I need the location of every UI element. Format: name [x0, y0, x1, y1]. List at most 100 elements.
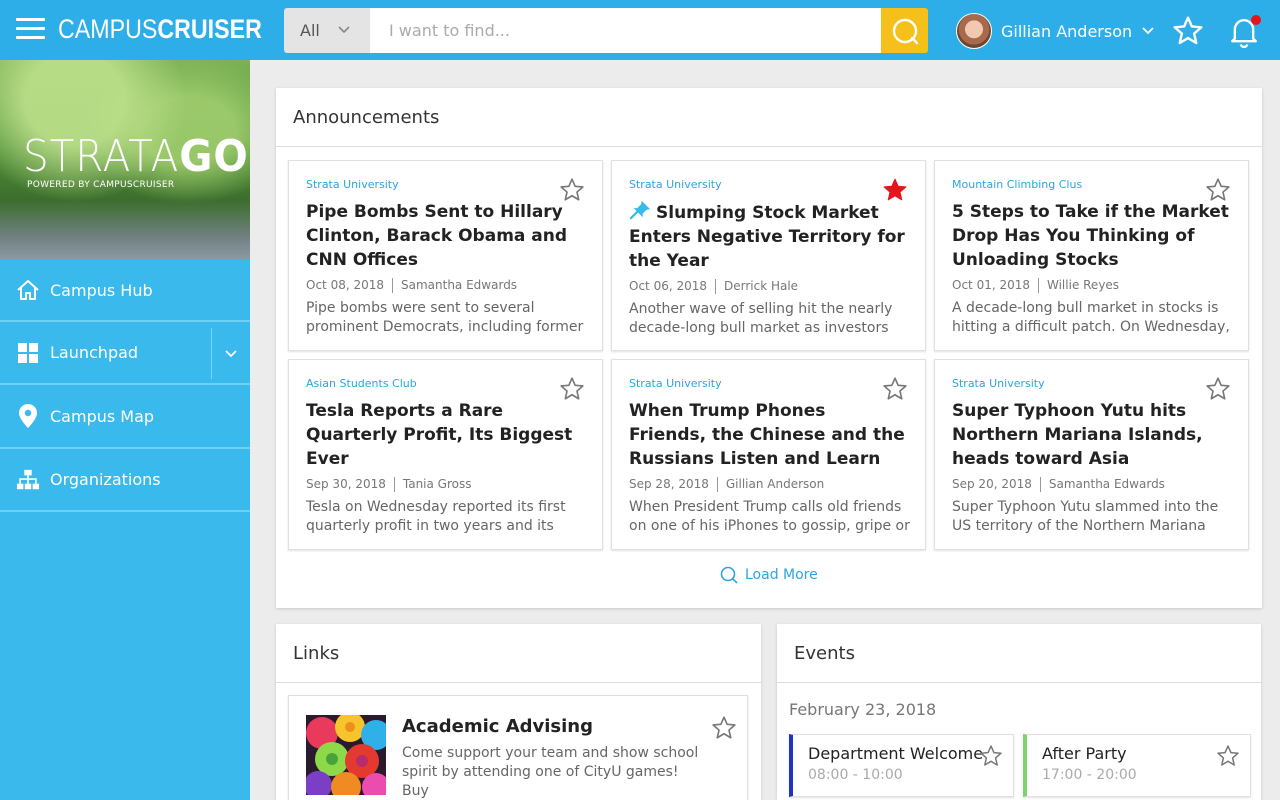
star-outline-icon[interactable] — [979, 744, 1003, 768]
card-date: Sep 28, 2018 — [629, 477, 709, 491]
card-excerpt: Another wave of selling hit the nearly d… — [629, 301, 893, 336]
map-pin-icon — [16, 404, 40, 428]
card-meta: Sep 20, 2018 Samantha Edwards — [952, 475, 1231, 493]
panel-title: Events — [777, 624, 1261, 683]
chevron-down-icon — [225, 349, 237, 357]
panel-title: Links — [276, 624, 761, 683]
sidebar-item-label: Campus Hub — [50, 280, 153, 300]
sidebar-item-label: Launchpad — [50, 343, 139, 362]
notification-badge — [1251, 15, 1261, 25]
sidebar-item-campus-map[interactable]: Campus Map — [0, 385, 250, 449]
card-excerpt: Tesla on Wednesday reported its first qu… — [306, 499, 566, 534]
card-title[interactable]: Pipe Bombs Sent to Hillary Clinton, Bara… — [306, 200, 584, 272]
sidebar-item-organizations[interactable]: Organizations — [0, 449, 250, 512]
card-meta: Sep 30, 2018 Tania Gross — [306, 475, 585, 493]
card-source[interactable]: Strata University — [306, 178, 585, 192]
star-outline-icon[interactable] — [1205, 376, 1231, 402]
announcement-card[interactable]: Mountain Climbing Clus 5 Steps to Take i… — [934, 160, 1249, 351]
sidebar-item-campus-hub[interactable]: Campus Hub — [0, 260, 250, 322]
announcement-card[interactable]: Strata University Pipe Bombs Sent to Hil… — [288, 160, 603, 351]
panel-title: Announcements — [276, 88, 1262, 147]
user-menu[interactable]: Gillian Anderson — [956, 13, 1154, 49]
announcement-card[interactable]: Asian Students Club Tesla Reports a Rare… — [288, 359, 603, 550]
card-meta: Oct 06, 2018 Derrick Hale — [629, 277, 908, 295]
star-filled-icon[interactable] — [882, 177, 908, 203]
card-date: Sep 30, 2018 — [306, 477, 386, 491]
link-card[interactable]: Academic Advising Come support your team… — [288, 695, 748, 800]
strata-go-logo: STRATAGO — [23, 135, 249, 179]
card-source[interactable]: Strata University — [629, 178, 908, 192]
announcement-card[interactable]: Strata University Slumping Stock Market … — [611, 160, 926, 351]
search-input[interactable] — [370, 8, 881, 53]
card-excerpt: A decade-long bull market in stocks is h… — [952, 300, 1230, 335]
star-outline-icon[interactable] — [559, 177, 585, 203]
link-thumbnail — [306, 715, 386, 795]
card-author: Gillian Anderson — [725, 477, 825, 491]
link-title[interactable]: Academic Advising — [402, 716, 593, 737]
link-description: Come support your team and show school s… — [402, 745, 699, 799]
card-author: Samantha Edwards — [1048, 477, 1165, 491]
sidebar-item-launchpad[interactable]: Launchpad — [0, 322, 250, 385]
brand-regular: CAMPUS — [58, 14, 158, 44]
home-icon — [16, 278, 40, 302]
links-panel: Links Academic Advising Come support you… — [276, 624, 761, 800]
card-title[interactable]: Tesla Reports a Rare Quarterly Profit, I… — [306, 399, 584, 471]
card-title-text: Slumping Stock Market Enters Negative Te… — [629, 203, 905, 271]
card-title[interactable]: Super Typhoon Yutu hits Northern Mariana… — [952, 399, 1230, 471]
sidebar-item-label: Organizations — [50, 470, 161, 489]
star-outline-icon[interactable] — [1205, 177, 1231, 203]
event-date-heading: February 23, 2018 — [789, 700, 937, 719]
grid-icon — [16, 341, 40, 365]
load-more-label: Load More — [745, 567, 818, 583]
org-chart-icon — [16, 468, 40, 492]
card-date: Oct 01, 2018 — [952, 278, 1030, 292]
card-title[interactable]: 5 Steps to Take if the Market Drop Has Y… — [952, 200, 1230, 272]
brand-bold: CRUISER — [157, 14, 262, 44]
card-source[interactable]: Strata University — [952, 377, 1231, 391]
event-time: 17:00 - 20:00 — [1042, 767, 1137, 783]
search-button[interactable] — [881, 8, 928, 53]
card-title[interactable]: When Trump Phones Friends, the Chinese a… — [629, 399, 907, 471]
events-panel: Events February 23, 2018 Department Welc… — [777, 624, 1261, 800]
star-outline-icon[interactable] — [1216, 744, 1240, 768]
load-more-button[interactable]: Load More — [720, 566, 818, 584]
card-author: Willie Reyes — [1047, 278, 1120, 292]
search-filter-value: All — [300, 21, 320, 40]
announcements-panel: Announcements Strata University Pipe Bom… — [276, 88, 1262, 608]
event-card[interactable]: Department Welcome 08:00 - 10:00 — [789, 734, 1014, 797]
card-source[interactable]: Strata University — [629, 377, 908, 391]
event-time: 08:00 - 10:00 — [808, 767, 903, 783]
card-excerpt: When President Trump calls old friends o… — [629, 499, 910, 534]
announcement-card[interactable]: Strata University When Trump Phones Frie… — [611, 359, 926, 550]
event-card[interactable]: After Party 17:00 - 20:00 — [1023, 734, 1251, 797]
chevron-down-icon — [1142, 27, 1154, 35]
card-meta: Sep 28, 2018 Gillian Anderson — [629, 475, 908, 493]
avatar — [956, 13, 992, 49]
star-outline-icon[interactable] — [711, 715, 737, 741]
card-source[interactable]: Mountain Climbing Clus — [952, 178, 1231, 192]
card-date: Oct 06, 2018 — [629, 279, 707, 293]
favorites-star-icon[interactable] — [1171, 15, 1205, 47]
card-source[interactable]: Asian Students Club — [306, 377, 585, 391]
card-date: Oct 08, 2018 — [306, 278, 384, 292]
star-outline-icon[interactable] — [559, 376, 585, 402]
menu-icon[interactable] — [16, 18, 45, 42]
sidebar-hero-image: STRATAGO POWERED BY CAMPUSCRUISER — [0, 60, 250, 260]
logo-thin-text: STRATA — [23, 131, 180, 182]
card-date: Sep 20, 2018 — [952, 477, 1032, 491]
search-filter-select[interactable]: All — [284, 8, 370, 53]
chevron-down-icon — [338, 26, 350, 34]
launchpad-expand-button[interactable] — [211, 328, 250, 379]
star-outline-icon[interactable] — [882, 376, 908, 402]
search-icon — [720, 566, 738, 584]
card-author: Derrick Hale — [724, 279, 799, 293]
card-meta: Oct 08, 2018 Samantha Edwards — [306, 276, 585, 294]
user-name: Gillian Anderson — [1001, 21, 1133, 41]
card-author: Tania Gross — [402, 477, 472, 491]
card-excerpt: Super Typhoon Yutu slammed into the US t… — [952, 499, 1219, 534]
brand-logo[interactable]: CAMPUSCRUISER — [58, 14, 262, 45]
card-excerpt: Pipe bombs were sent to several prominen… — [306, 300, 584, 335]
announcement-card[interactable]: Strata University Super Typhoon Yutu hit… — [934, 359, 1249, 550]
card-title[interactable]: Slumping Stock Market Enters Negative Te… — [629, 200, 907, 273]
sidebar: STRATAGO POWERED BY CAMPUSCRUISER Campus… — [0, 60, 250, 800]
